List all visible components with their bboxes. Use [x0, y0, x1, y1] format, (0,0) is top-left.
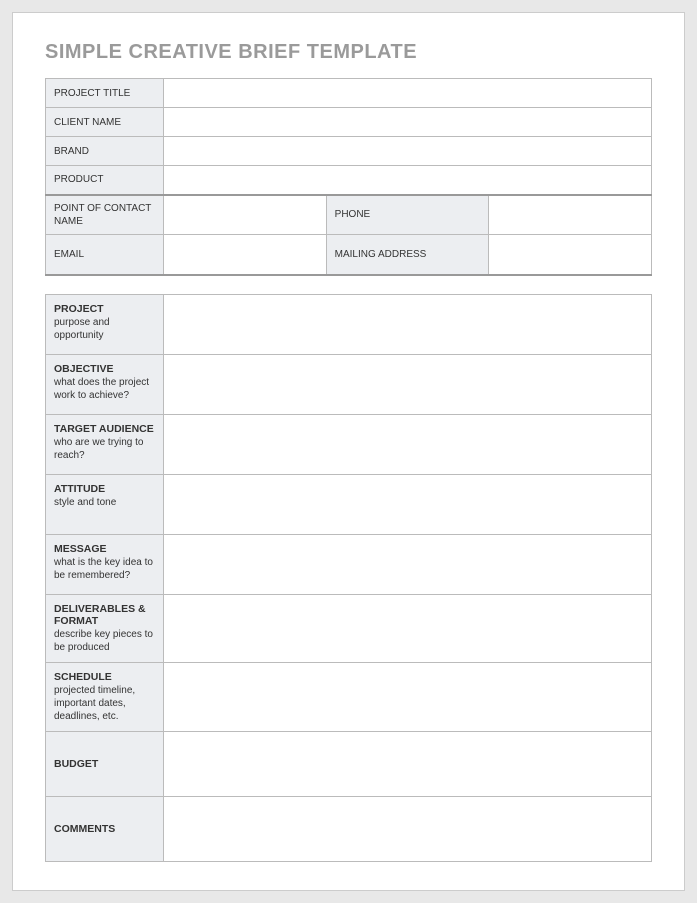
contact-name-label: POINT OF CONTACT NAME [46, 195, 164, 235]
attitude-section-label: ATTITUDE style and tone [46, 474, 164, 534]
schedule-heading: SCHEDULE [54, 671, 155, 683]
comments-heading: COMMENTS [54, 823, 155, 835]
email-label: EMAIL [46, 235, 164, 275]
project-heading: PROJECT [54, 303, 155, 315]
email-input[interactable] [164, 235, 327, 275]
message-sub: what is the key idea to be remembered? [54, 556, 155, 582]
attitude-section-input[interactable] [164, 474, 652, 534]
budget-heading: BUDGET [54, 758, 155, 770]
comments-section-input[interactable] [164, 796, 652, 861]
client-name-label: CLIENT NAME [46, 108, 164, 137]
mailing-address-label: MAILING ADDRESS [326, 235, 489, 275]
sections-table: PROJECT purpose and opportunity OBJECTIV… [45, 294, 652, 862]
target-audience-heading: TARGET AUDIENCE [54, 423, 155, 435]
attitude-heading: ATTITUDE [54, 483, 155, 495]
message-section-label: MESSAGE what is the key idea to be remem… [46, 534, 164, 594]
target-audience-section-label: TARGET AUDIENCE who are we trying to rea… [46, 414, 164, 474]
schedule-section-label: SCHEDULE projected timeline, important d… [46, 662, 164, 731]
project-section-input[interactable] [164, 294, 652, 354]
header-table: PROJECT TITLE CLIENT NAME BRAND PRODUCT … [45, 78, 652, 276]
project-sub: purpose and opportunity [54, 316, 155, 342]
mailing-address-input[interactable] [489, 235, 652, 275]
client-name-input[interactable] [164, 108, 652, 137]
page-title: SIMPLE CREATIVE BRIEF TEMPLATE [45, 41, 652, 64]
product-label: PRODUCT [46, 166, 164, 195]
budget-section-input[interactable] [164, 731, 652, 796]
document-page: SIMPLE CREATIVE BRIEF TEMPLATE PROJECT T… [12, 12, 685, 891]
objective-heading: OBJECTIVE [54, 363, 155, 375]
deliverables-section-input[interactable] [164, 594, 652, 662]
brand-input[interactable] [164, 137, 652, 166]
deliverables-sub: describe key pieces to be produced [54, 628, 155, 654]
schedule-sub: projected timeline, important dates, dea… [54, 684, 155, 723]
objective-section-label: OBJECTIVE what does the project work to … [46, 354, 164, 414]
brand-label: BRAND [46, 137, 164, 166]
budget-section-label: BUDGET [46, 731, 164, 796]
product-input[interactable] [164, 166, 652, 195]
contact-name-input[interactable] [164, 195, 327, 235]
project-section-label: PROJECT purpose and opportunity [46, 294, 164, 354]
deliverables-heading: DELIVERABLES & FORMAT [54, 603, 155, 627]
schedule-section-input[interactable] [164, 662, 652, 731]
phone-label: PHONE [326, 195, 489, 235]
target-audience-sub: who are we trying to reach? [54, 436, 155, 462]
target-audience-section-input[interactable] [164, 414, 652, 474]
attitude-sub: style and tone [54, 496, 155, 509]
objective-sub: what does the project work to achieve? [54, 376, 155, 402]
phone-input[interactable] [489, 195, 652, 235]
deliverables-section-label: DELIVERABLES & FORMAT describe key piece… [46, 594, 164, 662]
message-heading: MESSAGE [54, 543, 155, 555]
project-title-label: PROJECT TITLE [46, 79, 164, 108]
message-section-input[interactable] [164, 534, 652, 594]
project-title-input[interactable] [164, 79, 652, 108]
comments-section-label: COMMENTS [46, 796, 164, 861]
objective-section-input[interactable] [164, 354, 652, 414]
